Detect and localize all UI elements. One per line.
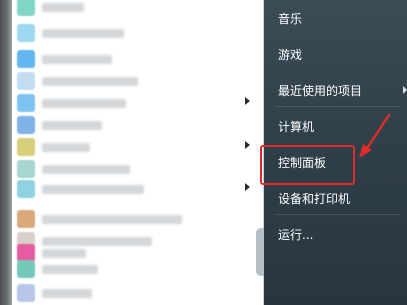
menu-item-devices-printers[interactable]: 设备和打印机 [264, 186, 407, 210]
submenu-arrow-icon [245, 183, 250, 191]
program-icon [17, 180, 35, 198]
program-label-blurred [42, 77, 138, 86]
program-item[interactable] [12, 176, 264, 202]
program-label-blurred [42, 121, 102, 130]
program-label-blurred [42, 215, 182, 224]
program-label-blurred [42, 289, 92, 298]
annotation-arrow-icon [359, 113, 391, 158]
program-item[interactable] [12, 20, 264, 46]
menu-item-music[interactable]: 音乐 [264, 6, 407, 30]
menu-item-label: 最近使用的项目 [278, 84, 363, 98]
menu-item-label: 设备和打印机 [278, 192, 351, 206]
program-label-blurred [42, 99, 126, 108]
program-label-blurred [42, 55, 112, 64]
menu-item-run[interactable]: 运行... [264, 222, 407, 246]
program-label-blurred [42, 3, 84, 12]
menu-separator [274, 106, 400, 107]
program-item[interactable] [12, 280, 264, 305]
menu-item-label: 运行... [278, 228, 314, 242]
menu-item-label: 音乐 [278, 12, 303, 26]
menu-item-label: 游戏 [278, 48, 303, 62]
program-label-blurred [42, 265, 98, 274]
annotation-highlight-box [260, 145, 355, 185]
program-label-blurred [42, 165, 130, 174]
programs-list-panel [12, 0, 264, 305]
menu-separator [274, 214, 400, 215]
program-icon [17, 94, 35, 112]
program-icon [17, 24, 35, 42]
program-item[interactable] [12, 0, 264, 20]
desktop-background [0, 0, 12, 305]
program-label-blurred [42, 143, 90, 152]
program-icon [17, 260, 35, 278]
menu-item-recent-items[interactable]: 最近使用的项目 [264, 78, 407, 102]
program-label-blurred [42, 185, 144, 194]
program-label-blurred [42, 29, 124, 38]
program-icon [17, 284, 35, 302]
program-icon [17, 50, 35, 68]
submenu-arrow-icon [245, 97, 250, 105]
program-icon [17, 138, 35, 156]
menu-item-label: 计算机 [278, 120, 315, 134]
program-item[interactable] [12, 256, 264, 282]
submenu-arrow-icon [245, 141, 250, 149]
program-icon [17, 72, 35, 90]
program-icon [17, 116, 35, 134]
program-icon [17, 0, 35, 16]
program-icon [17, 210, 35, 228]
submenu-arrow-icon [403, 86, 407, 94]
menu-item-games[interactable]: 游戏 [264, 42, 407, 66]
